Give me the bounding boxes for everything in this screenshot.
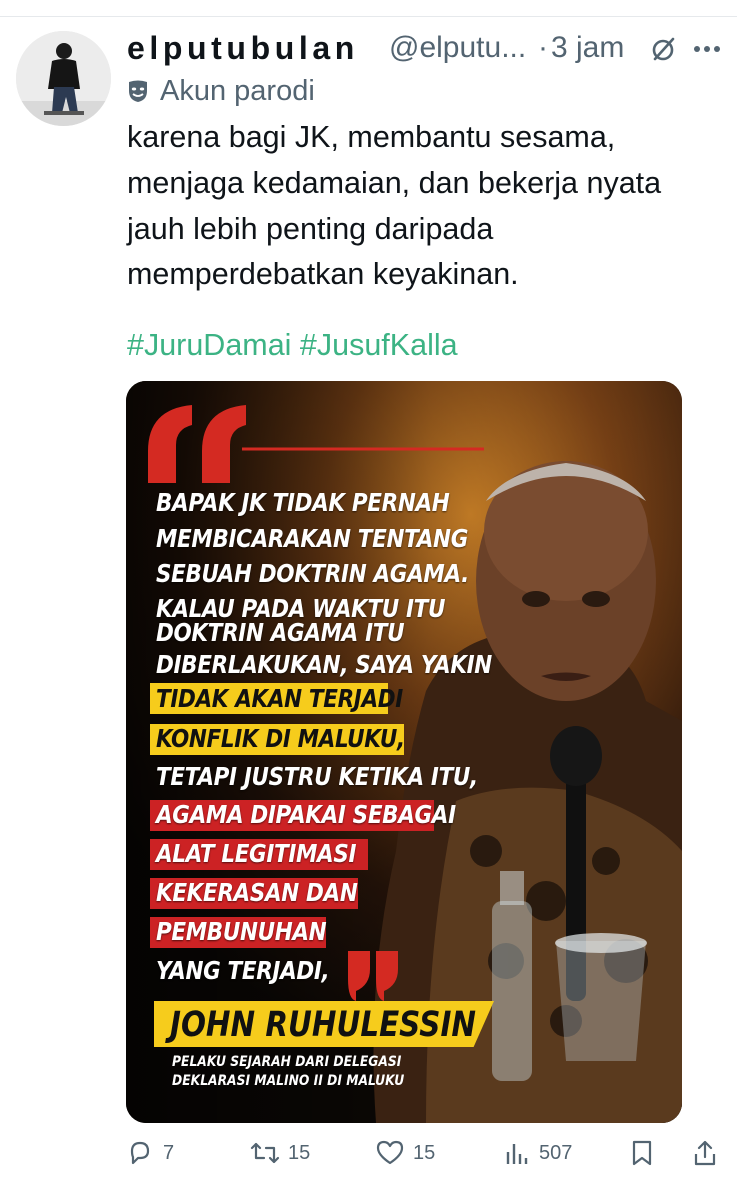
tweet-media-image[interactable]: BAPAK JK TIDAK PERNAH MEMBICARAKAN TENTA… <box>126 381 682 1123</box>
repost-button[interactable]: 15 <box>250 1134 330 1174</box>
tweet-header: elputubulan @elputu... · 3 jam <box>127 28 727 68</box>
tweet-text-line: menjaga kedamaian, dan bekerja nyata <box>127 165 662 200</box>
avatar[interactable] <box>16 31 111 126</box>
tweet-text: karena bagi JK, membantu sesama, menjaga… <box>127 115 727 298</box>
quote-line: PEMBUNUHAN <box>156 917 327 946</box>
quote-line: TIDAK AKAN TERJADI <box>156 684 403 713</box>
author-subtitle: DEKLARASI MALINO II DI MALUKU <box>172 1073 405 1089</box>
reply-button[interactable]: 7 <box>127 1134 207 1174</box>
bookmark-button[interactable] <box>631 1134 657 1174</box>
bookmark-icon <box>632 1140 652 1166</box>
action-bar: 7 15 15 507 <box>0 1134 737 1174</box>
timestamp[interactable]: 3 jam <box>551 28 624 68</box>
parody-mask-icon <box>129 80 147 102</box>
quote-author: JOHN RUHULESSIN <box>170 1005 477 1045</box>
quote-line: SEBUAH DOKTRIN AGAMA. <box>156 559 469 588</box>
views-count: 507 <box>539 1142 573 1164</box>
parody-label-text: Akun parodi <box>160 75 315 107</box>
quote-line: AGAMA DIPAKAI SEBAGAI <box>156 800 456 829</box>
tweet-text-line: memperdebatkan keyakinan. <box>127 257 519 292</box>
heart-icon <box>376 1140 404 1165</box>
quote-line: DIBERLAKUKAN, SAYA YAKIN <box>156 650 492 679</box>
avatar-image <box>16 31 111 126</box>
tweet-text-line: jauh lebih penting daripada <box>127 211 494 246</box>
quote-line: YANG TERJADI, <box>156 956 330 985</box>
quote-line: TETAPI JUSTRU KETIKA ITU, <box>156 762 478 791</box>
quote-line: ALAT LEGITIMASI <box>156 839 357 868</box>
share-button[interactable] <box>693 1134 719 1174</box>
quote-line: DOKTRIN AGAMA ITU <box>156 618 405 647</box>
user-handle[interactable]: @elputu... <box>389 28 526 68</box>
quote-line: KONFLIK DI MALUKU, <box>156 724 405 753</box>
quote-line: KEKERASAN DAN <box>156 878 358 907</box>
share-icon <box>694 1140 716 1166</box>
grok-icon[interactable] <box>651 36 677 62</box>
views-button[interactable]: 507 <box>505 1134 595 1174</box>
more-icon[interactable] <box>693 44 721 54</box>
hashtag-link[interactable]: #JuruDamai <box>127 328 291 362</box>
reply-count: 7 <box>163 1142 175 1164</box>
top-divider <box>0 16 737 17</box>
display-name[interactable]: elputubulan <box>127 28 359 68</box>
quote-line: BAPAK JK TIDAK PERNAH <box>156 488 450 517</box>
repost-icon <box>250 1142 280 1164</box>
like-count: 15 <box>413 1142 436 1164</box>
views-icon <box>506 1144 528 1164</box>
separator-dot: · <box>538 31 548 64</box>
tweet-text-line: karena bagi JK, membantu sesama, <box>127 120 616 154</box>
like-button[interactable]: 15 <box>376 1134 456 1174</box>
quote-line: MEMBICARAKAN TENTANG <box>156 524 469 553</box>
hashtags: #JuruDamai #JusufKalla <box>127 323 458 368</box>
author-subtitle: PELAKU SEJARAH DARI DELEGASI <box>172 1054 402 1070</box>
hashtag-link[interactable]: #JusufKalla <box>300 328 458 362</box>
reply-icon <box>130 1141 150 1165</box>
repost-count: 15 <box>288 1142 311 1164</box>
